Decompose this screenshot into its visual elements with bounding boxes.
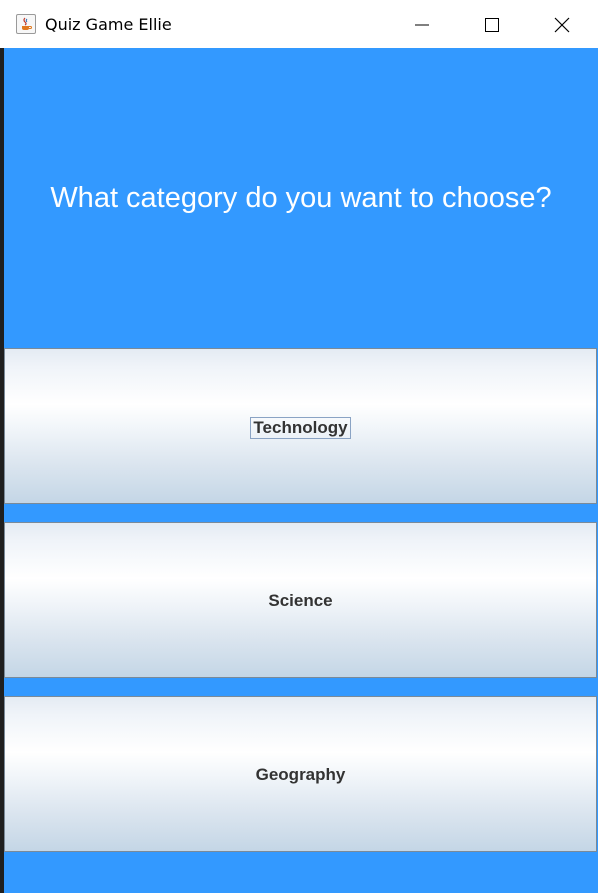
close-button[interactable] <box>528 0 598 48</box>
category-button-label: Technology <box>250 417 351 439</box>
question-panel: What category do you want to choose? <box>4 48 598 348</box>
title-bar[interactable]: Quiz Game Ellie <box>0 0 598 48</box>
java-coffee-cup-icon[interactable] <box>16 14 36 34</box>
category-button-label: Geography <box>255 765 346 784</box>
category-button-geography[interactable]: Geography <box>4 696 597 852</box>
category-button-label: Science <box>268 591 333 610</box>
app-window: Quiz Game Ellie What category do you wan… <box>0 0 598 893</box>
maximize-button[interactable] <box>458 0 528 48</box>
minimize-button[interactable] <box>388 0 458 48</box>
category-button-science[interactable]: Science <box>4 522 597 678</box>
category-button-technology[interactable]: Technology <box>4 348 597 504</box>
close-icon <box>554 17 570 33</box>
window-title: Quiz Game Ellie <box>45 15 172 34</box>
question-text: What category do you want to choose? <box>50 182 552 214</box>
content-pane: What category do you want to choose? Tec… <box>4 48 598 893</box>
maximize-icon <box>485 18 499 32</box>
minimize-icon <box>415 24 429 26</box>
